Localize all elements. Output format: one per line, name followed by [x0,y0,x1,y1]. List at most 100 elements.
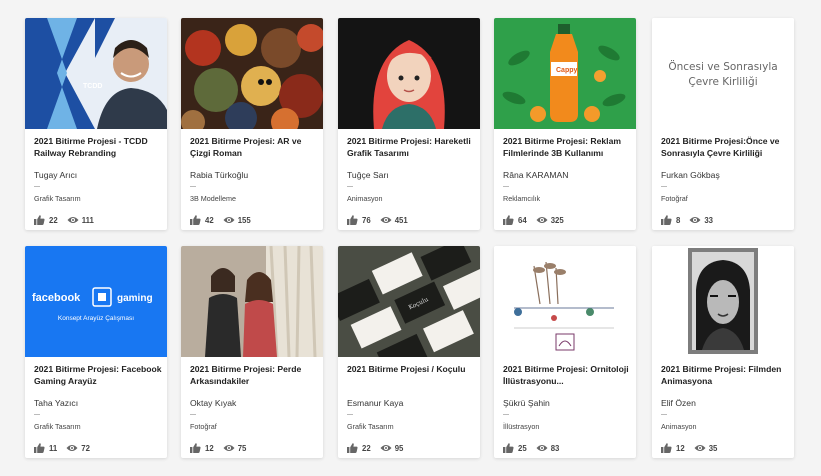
project-thumbnail[interactable] [652,246,794,357]
project-author[interactable]: Oktay Kıyak [190,398,236,408]
project-category: Grafik Tasarım [34,422,81,431]
like-count: 22 [49,215,58,225]
project-card[interactable]: 2021 Bitirme Projesi: AR ve Çizgi Roman … [181,18,323,230]
thumbs-up-icon[interactable] [190,443,201,453]
project-grid: TCDD 2021 Bitirme Projesi - TCDD Railway… [0,0,821,476]
divider [503,414,509,415]
project-thumbnail[interactable] [494,246,636,357]
project-author[interactable]: Tugay Arıcı [34,170,77,180]
divider [347,414,353,415]
project-category: Grafik Tasarım [347,422,394,431]
project-thumbnail[interactable]: Cappy [494,18,636,129]
eye-icon [223,215,235,225]
project-author[interactable]: Furkan Gökbaş [661,170,720,180]
project-card[interactable]: 2021 Bitirme Projesi: Ornitoloji İllüstr… [494,246,636,458]
project-thumbnail[interactable] [181,246,323,357]
thumbs-up-icon[interactable] [34,443,45,453]
project-card[interactable]: facebook gaming Konsept Arayüz Çalışması… [25,246,167,458]
divider [190,186,196,187]
view-count: 325 [550,215,564,225]
like-count: 11 [49,443,58,453]
divider [34,186,40,187]
project-title[interactable]: 2021 Bitirme Projesi: Reklam Filmlerinde… [503,135,631,161]
project-title[interactable]: 2021 Bitirme Projesi:Önce ve Sonrasıyla … [661,135,789,161]
thumbs-up-icon[interactable] [190,215,201,225]
thumbs-up-icon[interactable] [661,443,672,453]
project-thumbnail[interactable]: TCDD [25,18,167,129]
project-card[interactable]: 2021 Bitirme Projesi: Hareketli Grafik T… [338,18,480,230]
thumbs-up-icon[interactable] [661,215,672,225]
project-stats: 22 111 [34,214,94,226]
thumbs-up-icon[interactable] [347,443,358,453]
thumb-caption-line-2: Çevre Kirliliği [688,76,757,88]
project-title[interactable]: 2021 Bitirme Projesi: Perde Arkasındakil… [190,363,318,389]
project-title[interactable]: 2021 Bitirme Projesi - TCDD Railway Rebr… [34,135,162,161]
view-count: 75 [237,443,247,453]
view-count: 35 [708,443,718,453]
project-card[interactable]: Cappy 2021 Bitirme Projesi: Reklam Filml… [494,18,636,230]
divider [190,414,196,415]
eye-icon [67,215,79,225]
eye-icon [689,215,701,225]
eye-icon [536,215,548,225]
thumb-caption-line-1: Öncesi ve Sonrasıyla [668,60,777,73]
project-title[interactable]: 2021 Bitirme Projesi: Hareketli Grafik T… [347,135,475,161]
project-thumbnail[interactable]: Koçulu [338,246,480,357]
view-count: 95 [394,443,404,453]
thumbs-up-icon[interactable] [347,215,358,225]
project-stats: 64 325 [503,214,564,226]
like-count: 8 [676,215,681,225]
thumbs-up-icon[interactable] [503,443,514,453]
project-author[interactable]: Esmanur Kaya [347,398,403,408]
project-stats: 11 72 [34,442,90,454]
view-count: 111 [81,215,94,225]
project-card[interactable]: Öncesi ve Sonrasıyla Çevre Kirliliği 202… [652,18,794,230]
project-stats: 25 83 [503,442,559,454]
like-count: 12 [676,443,685,453]
project-category: İllüstrasyon [503,422,540,431]
project-card[interactable]: TCDD 2021 Bitirme Projesi - TCDD Railway… [25,18,167,230]
project-author[interactable]: Tuğçe Sarı [347,170,389,180]
project-author[interactable]: Elif Özen [661,398,696,408]
project-title[interactable]: 2021 Bitirme Projesi: Facebook Gaming Ar… [34,363,162,389]
eye-icon [380,443,392,453]
thumbs-up-icon[interactable] [34,215,45,225]
view-count: 83 [550,443,560,453]
project-thumbnail[interactable] [181,18,323,129]
like-count: 64 [518,215,527,225]
project-title[interactable]: 2021 Bitirme Projesi / Koçulu [347,363,475,389]
project-card[interactable]: 2021 Bitirme Projesi: Perde Arkasındakil… [181,246,323,458]
project-stats: 22 95 [347,442,403,454]
eye-icon [66,443,78,453]
project-category: Animasyon [347,194,383,203]
eye-icon [536,443,548,453]
project-category: 3B Modelleme [190,194,236,203]
thumb-brand-text-2: gaming [117,293,153,304]
thumb-brand-text: Cappy [556,67,578,74]
project-title[interactable]: 2021 Bitirme Projesi: Filmden Animasyona [661,363,789,389]
eye-icon [694,443,706,453]
project-author[interactable]: Râna KARAMAN [503,170,568,180]
project-stats: 12 75 [190,442,246,454]
thumb-subtitle: Konsept Arayüz Çalışması [58,315,134,322]
like-count: 76 [362,215,371,225]
view-count: 72 [81,443,90,453]
project-card[interactable]: Koçulu 2021 Bitirme Projesi / Koçulu Esm… [338,246,480,458]
project-category: Reklamcılık [503,194,541,203]
project-title[interactable]: 2021 Bitirme Projesi: Ornitoloji İllüstr… [503,363,631,389]
project-category: Fotoğraf [190,422,217,431]
thumb-brand-text: facebook [32,292,81,304]
like-count: 12 [205,443,214,453]
eye-icon [380,215,392,225]
project-thumbnail[interactable]: facebook gaming Konsept Arayüz Çalışması [25,246,167,357]
thumbs-up-icon[interactable] [503,215,514,225]
eye-icon [223,443,235,453]
project-author[interactable]: Rabia Türkoğlu [190,170,248,180]
project-author[interactable]: Taha Yazıcı [34,398,78,408]
project-card[interactable]: 2021 Bitirme Projesi: Filmden Animasyona… [652,246,794,458]
project-category: Grafik Tasarım [34,194,81,203]
project-author[interactable]: Şükrü Şahin [503,398,550,408]
project-title[interactable]: 2021 Bitirme Projesi: AR ve Çizgi Roman [190,135,318,161]
project-thumbnail[interactable] [338,18,480,129]
project-thumbnail[interactable]: Öncesi ve Sonrasıyla Çevre Kirliliği [652,18,794,129]
